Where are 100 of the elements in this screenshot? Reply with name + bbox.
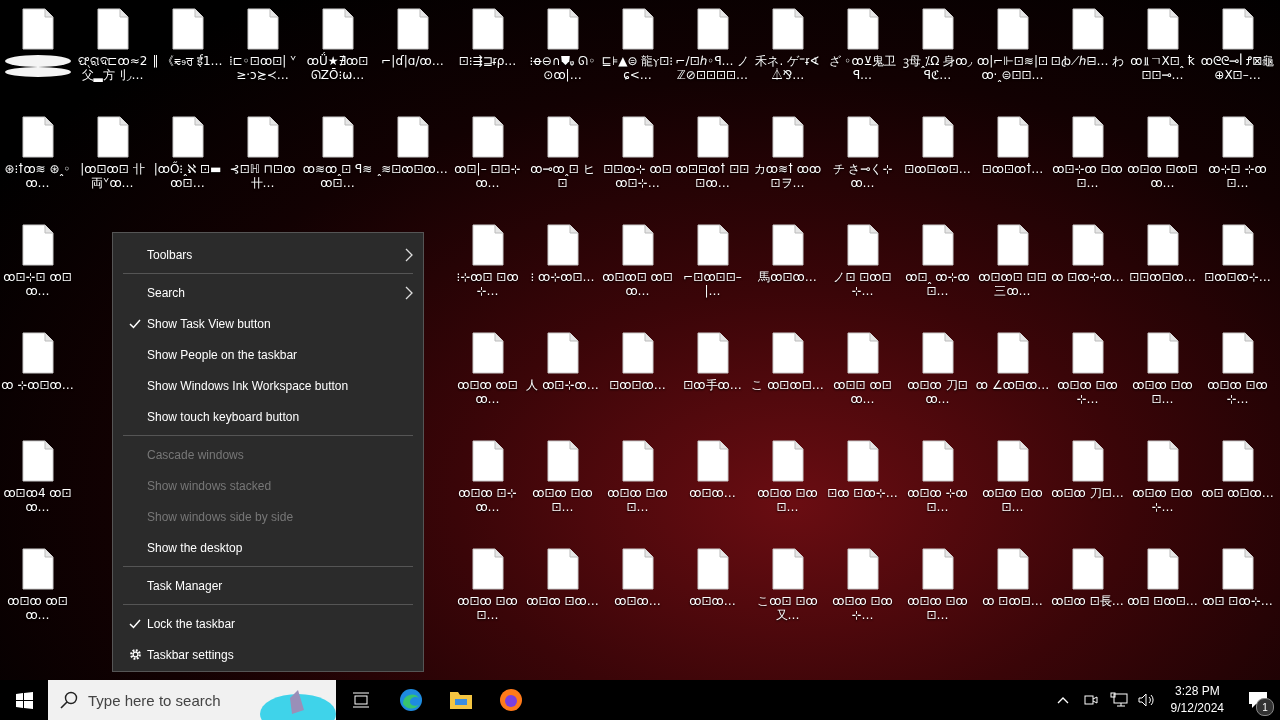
file-icon[interactable] <box>1071 116 1104 158</box>
file-icon[interactable] <box>921 116 954 158</box>
file-icon[interactable] <box>996 8 1029 50</box>
file-icon[interactable] <box>921 8 954 50</box>
file-icon[interactable] <box>546 224 579 266</box>
menu-item[interactable]: Lock the taskbar <box>113 608 423 639</box>
file-icon[interactable] <box>846 116 879 158</box>
file-icon[interactable] <box>471 548 504 590</box>
file-icon[interactable] <box>21 548 54 590</box>
file-icon[interactable] <box>996 224 1029 266</box>
menu-item[interactable]: Show Windows Ink Workspace button <box>113 370 423 401</box>
menu-item[interactable]: Toolbars <box>113 239 423 270</box>
file-icon[interactable] <box>771 440 804 482</box>
file-icon[interactable] <box>621 332 654 374</box>
file-icon[interactable] <box>1146 116 1179 158</box>
file-icon[interactable] <box>846 332 879 374</box>
file-icon[interactable] <box>771 8 804 50</box>
file-icon[interactable] <box>846 440 879 482</box>
file-icon[interactable] <box>396 116 429 158</box>
file-icon[interactable] <box>546 332 579 374</box>
file-icon[interactable] <box>21 224 54 266</box>
file-icon[interactable] <box>546 8 579 50</box>
file-icon[interactable] <box>1071 332 1104 374</box>
file-icon[interactable] <box>471 224 504 266</box>
file-icon[interactable] <box>1146 332 1179 374</box>
menu-item[interactable]: Show People on the taskbar <box>113 339 423 370</box>
file-icon[interactable] <box>471 8 504 50</box>
file-icon[interactable] <box>396 8 429 50</box>
file-name: ꝏ⫫ㄱX⊡ꞈ ꝁ⊡⊡⊸… <box>1129 54 1196 82</box>
file-icon[interactable] <box>471 116 504 158</box>
file-name: ⊡ꝏ⊡ꝏ… <box>608 378 667 392</box>
file-icon[interactable] <box>1221 116 1254 158</box>
file-icon[interactable] <box>696 440 729 482</box>
menu-item[interactable]: Show touch keyboard button <box>113 401 423 432</box>
file-icon[interactable] <box>321 8 354 50</box>
file-icon[interactable] <box>1221 224 1254 266</box>
menu-item[interactable]: Task Manager <box>113 570 423 601</box>
file-icon[interactable] <box>771 332 804 374</box>
file-icon[interactable] <box>846 224 879 266</box>
menu-item[interactable]: Show Task View button <box>113 308 423 339</box>
file-icon[interactable] <box>1146 8 1179 50</box>
file-icon[interactable] <box>21 8 54 50</box>
file-icon[interactable] <box>546 548 579 590</box>
file-icon[interactable] <box>696 332 729 374</box>
file-icon[interactable] <box>96 8 129 50</box>
menu-item[interactable]: Taskbar settings <box>113 639 423 670</box>
file-icon[interactable] <box>21 440 54 482</box>
file-icon[interactable] <box>1071 224 1104 266</box>
search-box[interactable]: Type here to search <box>48 680 336 720</box>
file-icon[interactable] <box>921 440 954 482</box>
file-icon[interactable] <box>21 332 54 374</box>
file-icon[interactable] <box>921 224 954 266</box>
file-icon[interactable] <box>696 8 729 50</box>
file-name: ⌐⊡ꝏ⊡⊡–|… <box>682 270 743 298</box>
menu-item[interactable]: Show the desktop <box>113 532 423 563</box>
file-icon[interactable] <box>621 548 654 590</box>
file-icon[interactable] <box>546 116 579 158</box>
file-icon[interactable] <box>1221 332 1254 374</box>
file-icon[interactable] <box>921 548 954 590</box>
file-icon[interactable] <box>696 224 729 266</box>
file-icon[interactable] <box>996 440 1029 482</box>
file-icon[interactable] <box>1146 224 1179 266</box>
file-icon[interactable] <box>246 8 279 50</box>
file-icon[interactable] <box>1221 440 1254 482</box>
file-icon[interactable] <box>696 116 729 158</box>
search-field[interactable]: Type here to search <box>88 691 238 709</box>
file-icon[interactable] <box>621 224 654 266</box>
file-icon[interactable] <box>621 116 654 158</box>
file-icon[interactable] <box>771 224 804 266</box>
file-icon[interactable] <box>846 548 879 590</box>
file-icon[interactable] <box>1071 8 1104 50</box>
file-icon[interactable] <box>246 116 279 158</box>
clock[interactable]: 3:28 PM 9/12/2024 <box>1162 683 1232 717</box>
file-icon[interactable] <box>996 116 1029 158</box>
file-icon[interactable] <box>546 440 579 482</box>
file-icon[interactable] <box>171 8 204 50</box>
file-icon[interactable] <box>321 116 354 158</box>
file-icon[interactable] <box>1071 440 1104 482</box>
file-icon[interactable] <box>621 440 654 482</box>
file-icon[interactable] <box>96 116 129 158</box>
file-icon[interactable] <box>996 548 1029 590</box>
notification-button[interactable]: 1 <box>1236 680 1280 720</box>
file-icon[interactable] <box>696 548 729 590</box>
menu-item[interactable]: Search <box>113 277 423 308</box>
file-icon[interactable] <box>171 116 204 158</box>
file-name: ⊡ꝏ⊡ꝏ⊡… <box>903 162 972 176</box>
file-icon[interactable] <box>21 116 54 158</box>
file-icon[interactable] <box>921 332 954 374</box>
file-icon[interactable] <box>996 332 1029 374</box>
file-icon[interactable] <box>1221 8 1254 50</box>
file-icon[interactable] <box>771 548 804 590</box>
file-icon[interactable] <box>1146 440 1179 482</box>
file-icon[interactable] <box>1071 548 1104 590</box>
file-icon[interactable] <box>771 116 804 158</box>
file-icon[interactable] <box>621 8 654 50</box>
file-icon[interactable] <box>846 8 879 50</box>
file-icon[interactable] <box>1146 548 1179 590</box>
file-icon[interactable] <box>471 332 504 374</box>
file-icon[interactable] <box>471 440 504 482</box>
file-icon[interactable] <box>1221 548 1254 590</box>
